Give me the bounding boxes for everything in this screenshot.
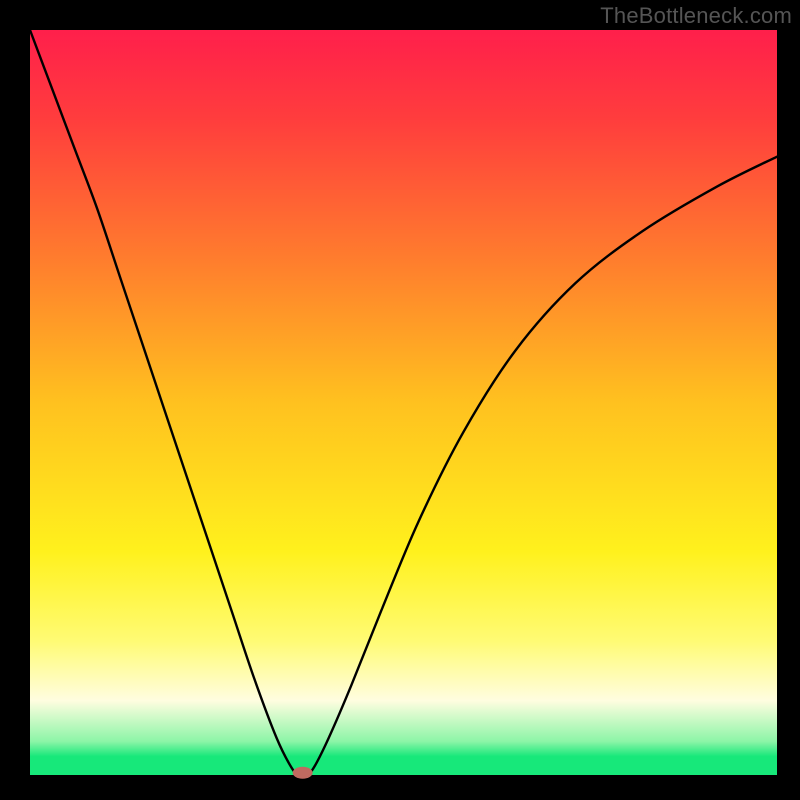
bottleneck-chart [0,0,800,800]
watermark-text: TheBottleneck.com [600,3,792,29]
min-marker [293,767,313,779]
plot-background [30,30,777,775]
